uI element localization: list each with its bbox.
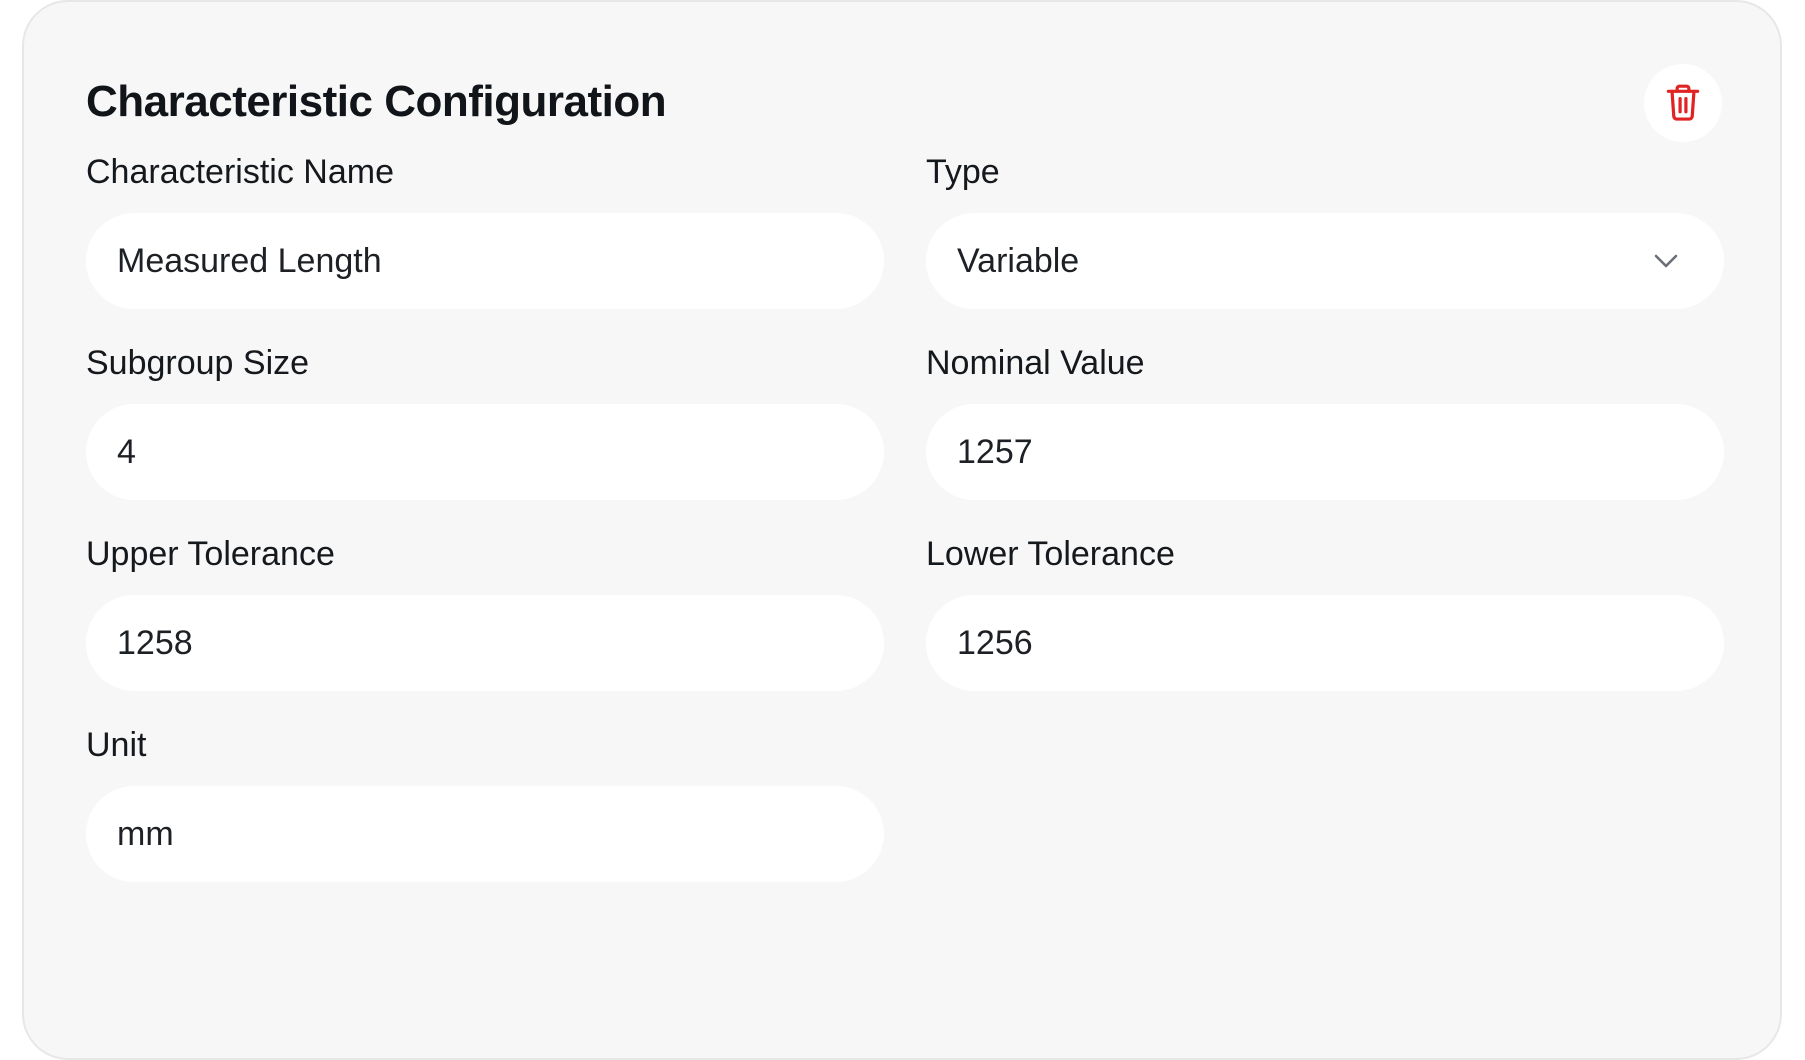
subgroup-size-input[interactable] bbox=[86, 404, 884, 500]
unit-input[interactable] bbox=[86, 786, 884, 882]
lower-tolerance-label: Lower Tolerance bbox=[926, 535, 1175, 573]
delete-button[interactable] bbox=[1644, 64, 1722, 142]
chevron-down-icon bbox=[1652, 247, 1680, 275]
unit-label: Unit bbox=[86, 726, 147, 764]
nominal-value-label: Nominal Value bbox=[926, 344, 1145, 382]
nominal-value-input[interactable] bbox=[926, 404, 1724, 500]
trash-icon bbox=[1665, 84, 1701, 122]
nominal-value-field bbox=[926, 404, 1724, 500]
lower-tolerance-field bbox=[926, 595, 1724, 691]
upper-tolerance-label: Upper Tolerance bbox=[86, 535, 335, 573]
upper-tolerance-field bbox=[86, 595, 884, 691]
type-selected-value: Variable bbox=[957, 241, 1080, 280]
characteristic-config-card: Characteristic Configuration Characteris… bbox=[22, 0, 1782, 1060]
lower-tolerance-input[interactable] bbox=[926, 595, 1724, 691]
type-select[interactable]: Variable bbox=[926, 213, 1724, 309]
unit-field bbox=[86, 786, 884, 882]
upper-tolerance-input[interactable] bbox=[86, 595, 884, 691]
subgroup-size-field bbox=[86, 404, 884, 500]
characteristic-name-input[interactable] bbox=[86, 213, 884, 309]
characteristic-name-field bbox=[86, 213, 884, 309]
type-label: Type bbox=[926, 153, 1000, 191]
characteristic-name-label: Characteristic Name bbox=[86, 153, 394, 191]
card-title: Characteristic Configuration bbox=[86, 77, 667, 126]
subgroup-size-label: Subgroup Size bbox=[86, 344, 310, 382]
